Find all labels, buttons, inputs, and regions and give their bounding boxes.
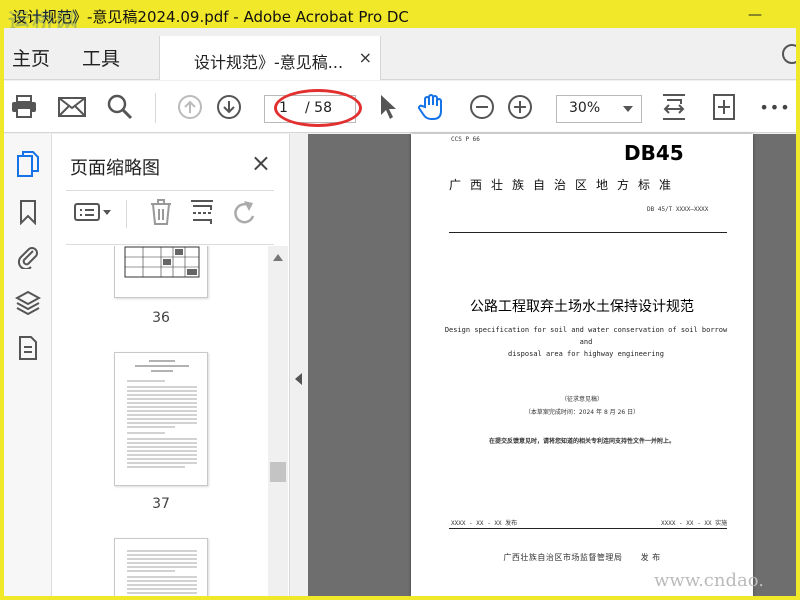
tab-document[interactable]: 设计规范》-意见稿... × (159, 36, 381, 80)
toolbar: 1 / 58 30% ••• (4, 81, 796, 133)
panel-divider (66, 190, 274, 191)
zoom-in-icon[interactable] (506, 93, 534, 121)
fit-page-icon[interactable] (660, 93, 688, 121)
help-icon[interactable] (782, 44, 796, 64)
undo-icon[interactable] (230, 198, 258, 226)
issue-date: XXXX - XX - XX 发布 (451, 520, 518, 527)
chevron-down-icon[interactable] (623, 106, 633, 112)
acrobat-window: 设计规范》-意见稿2024.09.pdf - Adobe Acrobat Pro… (4, 4, 796, 596)
attachment-icon[interactable] (12, 240, 44, 272)
toolbar-divider (155, 93, 156, 123)
zoom-select[interactable]: 30% (556, 95, 642, 123)
email-icon[interactable] (58, 93, 86, 121)
standard-number: DB 45/T XXXX—XXXX (647, 206, 709, 213)
panel-divider (66, 244, 274, 245)
tab-home[interactable]: 主页 (12, 44, 50, 71)
more-icon[interactable]: ••• (759, 93, 790, 121)
minimize-button[interactable]: — (748, 7, 762, 23)
thumbnail-page-37[interactable] (114, 352, 208, 486)
document-view[interactable]: CCS P 66 DB45 广西壮族自治区地方标准 DB 45/T XXXX—X… (308, 134, 796, 596)
page-thumbnails-panel: 页面缩略图 × 36 37 (52, 134, 290, 596)
zoom-out-icon[interactable] (468, 93, 496, 121)
page-thumbnails-icon[interactable] (12, 148, 44, 180)
issuer-name: 广西壮族自治区市场监督管理局 (503, 553, 623, 562)
issuer: 广西壮族自治区市场监督管理局 发 布 (411, 552, 753, 563)
panel-toolbar-divider (126, 200, 127, 228)
delete-page-icon[interactable] (146, 198, 176, 226)
thumbnail-page-36[interactable] (114, 246, 208, 298)
collapse-panel-icon[interactable] (295, 373, 302, 385)
document-title: 公路工程取弃土场水土保持设计规范 (470, 299, 694, 315)
close-tab-icon[interactable]: × (359, 48, 372, 67)
scroll-mode-icon[interactable] (710, 93, 738, 121)
title-en-line-2: disposal area for highway engineering (508, 350, 664, 358)
hand-tool-icon[interactable] (418, 93, 446, 121)
doc-tab-label: 设计规范》-意见稿... (194, 53, 344, 72)
red-highlight-annotation (274, 89, 362, 127)
ccs-code: CCS P 66 (451, 136, 480, 143)
patent-notice: 在提交反馈意见时，请将您知道的相关专利连同支持性文件一并附上。 (488, 438, 675, 445)
standard-authority: 广西壮族自治区地方标准 (449, 178, 681, 192)
thumbnail-list: 36 37 (52, 246, 270, 596)
layers-icon[interactable] (12, 286, 44, 318)
site-watermark: www.cndao. (654, 570, 764, 591)
search-icon[interactable] (106, 93, 134, 121)
scrollbar-thumb[interactable] (270, 462, 286, 482)
implement-date: XXXX - XX - XX 实施 (661, 520, 728, 527)
close-panel-icon[interactable]: × (251, 149, 271, 177)
title-en-line-1: Design specification for soil and water … (444, 326, 728, 346)
panel-title: 页面缩略图 (70, 158, 160, 179)
bookmark-icon[interactable] (12, 196, 44, 228)
navigation-rail (4, 134, 52, 596)
page-up-icon[interactable] (176, 93, 204, 121)
draft-label: （征求意见稿） (560, 396, 603, 403)
panel-collapse-strip[interactable] (290, 134, 308, 596)
pdf-page: CCS P 66 DB45 广西壮族自治区地方标准 DB 45/T XXXX—X… (411, 134, 753, 596)
select-pointer-icon[interactable] (374, 93, 402, 121)
thumbnail-scrollbar[interactable] (268, 246, 288, 596)
thumbnail-options-icon[interactable] (72, 198, 114, 226)
thumbnail-page-38[interactable] (114, 538, 208, 596)
zoom-value: 30% (569, 100, 601, 116)
document-icon[interactable] (12, 332, 44, 364)
print-icon[interactable] (10, 93, 38, 121)
thumbnail-number: 37 (152, 496, 170, 512)
header-rule (449, 232, 727, 233)
title-bar: 设计规范》-意见稿2024.09.pdf - Adobe Acrobat Pro… (4, 4, 796, 28)
completion-date: （本草案完成时间：2024 年 8 月 26 日） (524, 409, 640, 416)
page-down-icon[interactable] (215, 93, 243, 121)
tabs-bar: 主页 工具 设计规范》-意见稿... × (4, 28, 796, 80)
insert-page-icon[interactable] (188, 198, 216, 226)
db-code: DB45 (624, 141, 684, 165)
footer-rule (449, 528, 727, 529)
scroll-up-icon[interactable] (273, 254, 283, 261)
thumbnail-number: 36 (152, 310, 170, 326)
issuer-action: 发 布 (640, 553, 661, 562)
tab-tools[interactable]: 工具 (82, 44, 120, 71)
document-title-english: Design specification for soil and water … (441, 324, 731, 360)
